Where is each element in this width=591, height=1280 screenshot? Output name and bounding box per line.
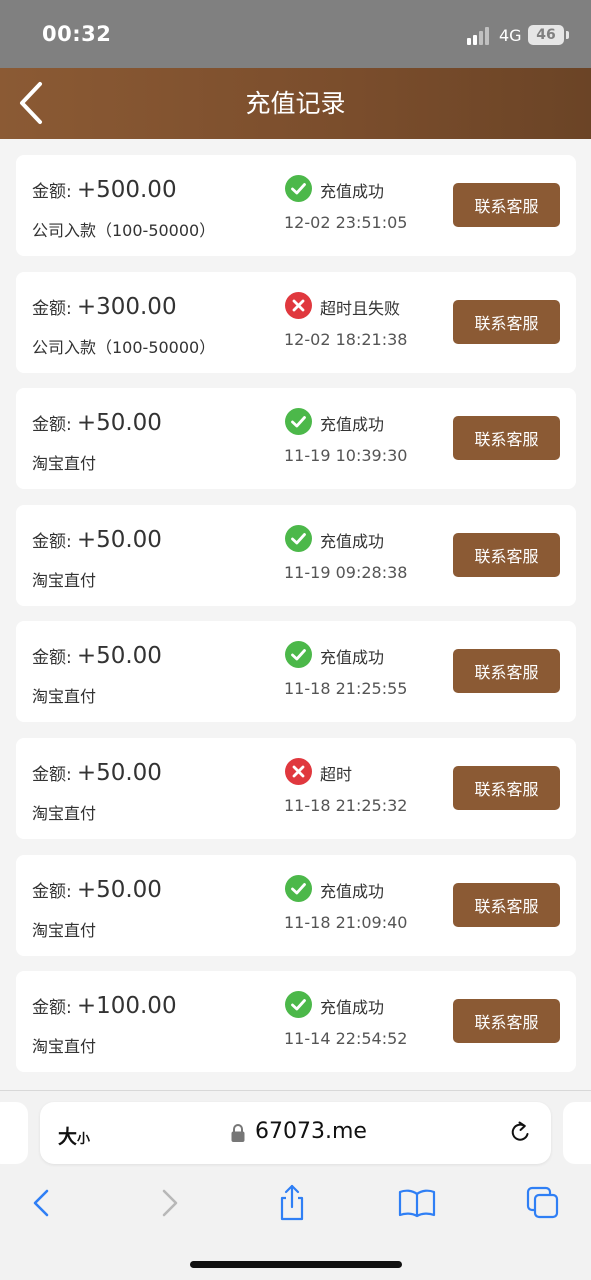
record-time: 12-02 23:51:05	[284, 213, 408, 232]
browser-bar: 大小 67073.me	[0, 1090, 591, 1280]
status-text: 充值成功	[320, 881, 385, 901]
record-time: 11-18 21:25:32	[284, 795, 408, 815]
payment-method: 淘宝直付	[32, 920, 97, 940]
payment-method: 淘宝直付	[32, 803, 97, 823]
status-text: 超时	[320, 764, 353, 784]
record-time: 11-19 10:39:30	[284, 446, 408, 466]
record-time: 11-14 22:54:52	[284, 1029, 408, 1049]
url-text: 67073.me	[255, 1119, 367, 1144]
contact-support-button[interactable]: 联系客服	[453, 416, 560, 461]
amount-label: 金额:	[32, 648, 72, 669]
success-check-icon	[285, 991, 312, 1019]
aa-small-label: 小	[77, 1132, 91, 1147]
contact-support-button[interactable]: 联系客服	[453, 532, 560, 577]
record-card: 金额: +300.00 公司入款（100-50000） 超时且失败 12-02 …	[16, 271, 576, 373]
payment-method: 公司入款（100-50000）	[32, 221, 216, 240]
amount-row: 金额: +50.00	[32, 760, 162, 786]
payment-method: 淘宝直付	[32, 570, 97, 590]
payment-method: 淘宝直付	[32, 454, 97, 474]
amount-value: +50.00	[76, 410, 162, 437]
amount-row: 金额: +500.00	[32, 177, 177, 203]
bookmarks-icon[interactable]	[397, 1183, 437, 1223]
record-card: 金额: +500.00 公司入款（100-50000） 充值成功 12-02 2…	[16, 155, 576, 256]
page-title: 充值记录	[245, 89, 346, 118]
success-check-icon	[285, 641, 312, 669]
record-time: 11-18 21:09:40	[284, 912, 408, 932]
amount-label: 金额:	[32, 182, 72, 202]
contact-support-button[interactable]: 联系客服	[453, 299, 560, 344]
back-arrow-icon	[20, 82, 42, 124]
contact-support-button[interactable]: 联系客服	[453, 882, 560, 927]
amount-row: 金额: +100.00	[32, 993, 177, 1019]
signal-icon	[467, 27, 491, 45]
amount-row: 金额: +300.00	[32, 294, 177, 320]
record-list: 金额: +500.00 公司入款（100-50000） 充值成功 12-02 2…	[16, 155, 576, 1088]
status-text: 充值成功	[320, 415, 385, 435]
payment-method: 公司入款（100-50000）	[32, 337, 216, 357]
record-card: 金额: +50.00 淘宝直付 充值成功 11-19 10:39:30 联系客服	[16, 388, 576, 490]
text-size-button[interactable]: 大小	[58, 1122, 90, 1149]
amount-row: 金额: +50.00	[32, 410, 162, 436]
amount-label: 金额:	[32, 415, 72, 436]
record-time: 12-02 18:21:38	[284, 329, 408, 349]
status-text: 充值成功	[320, 531, 385, 551]
status-text: 超时且失败	[320, 298, 401, 318]
record-time: 11-19 09:28:38	[284, 562, 408, 582]
amount-label: 金额:	[32, 998, 72, 1019]
next-tab-peek[interactable]	[563, 1102, 591, 1164]
lock-icon	[231, 1124, 245, 1142]
amount-value: +300.00	[76, 293, 177, 320]
share-icon[interactable]	[272, 1183, 312, 1223]
battery-icon: 46	[528, 25, 564, 45]
nav-header: 充值记录	[0, 68, 591, 139]
amount-row: 金额: +50.00	[32, 643, 162, 669]
fail-x-icon	[285, 757, 312, 785]
contact-support-button[interactable]: 联系客服	[453, 183, 560, 227]
status-text: 充值成功	[320, 998, 385, 1018]
success-check-icon	[285, 408, 312, 436]
status-text: 充值成功	[320, 182, 385, 201]
aa-big-label: 大	[58, 1126, 78, 1148]
payment-method: 淘宝直付	[32, 1037, 97, 1057]
fail-x-icon	[285, 291, 312, 319]
home-indicator	[190, 1261, 402, 1268]
amount-value: +500.00	[76, 177, 177, 203]
back-icon[interactable]	[22, 1183, 62, 1223]
record-time: 11-18 21:25:55	[284, 679, 408, 699]
contact-support-button[interactable]: 联系客服	[453, 999, 560, 1044]
record-card: 金额: +100.00 淘宝直付 充值成功 11-14 22:54:52 联系客…	[16, 971, 576, 1073]
forward-icon[interactable]	[149, 1183, 189, 1223]
contact-support-button[interactable]: 联系客服	[453, 649, 560, 694]
status-text: 充值成功	[320, 648, 385, 668]
success-check-icon	[285, 175, 312, 202]
amount-label: 金额:	[32, 764, 72, 785]
amount-label: 金额:	[32, 881, 72, 902]
reload-icon[interactable]	[507, 1120, 533, 1146]
amount-value: +100.00	[76, 993, 177, 1020]
amount-value: +50.00	[76, 759, 162, 786]
address-bar[interactable]: 大小 67073.me	[40, 1102, 551, 1164]
status-time: 00:32	[42, 22, 112, 46]
payment-method: 淘宝直付	[32, 687, 97, 707]
back-button[interactable]	[14, 78, 54, 128]
contact-support-button[interactable]: 联系客服	[453, 765, 560, 810]
amount-label: 金额:	[32, 531, 72, 552]
amount-row: 金额: +50.00	[32, 877, 162, 903]
amount-label: 金额:	[32, 298, 72, 319]
record-card: 金额: +50.00 淘宝直付 充值成功 11-18 21:09:40 联系客服	[16, 854, 576, 956]
record-card: 金额: +50.00 淘宝直付 充值成功 11-18 21:25:55 联系客服	[16, 621, 576, 723]
status-bar: 00:32 4G 46	[0, 0, 591, 68]
network-type: 4G	[499, 26, 522, 45]
amount-value: +50.00	[76, 526, 162, 553]
amount-value: +50.00	[76, 876, 162, 903]
record-card: 金额: +50.00 淘宝直付 超时 11-18 21:25:32 联系客服	[16, 737, 576, 839]
success-check-icon	[285, 874, 312, 902]
amount-value: +50.00	[76, 643, 162, 670]
record-card: 金额: +50.00 淘宝直付 充值成功 11-19 09:28:38 联系客服	[16, 504, 576, 606]
battery-tip	[566, 31, 569, 39]
tabs-icon[interactable]	[523, 1183, 563, 1223]
amount-row: 金额: +50.00	[32, 527, 162, 553]
previous-tab-peek[interactable]	[0, 1102, 28, 1164]
success-check-icon	[285, 524, 312, 552]
